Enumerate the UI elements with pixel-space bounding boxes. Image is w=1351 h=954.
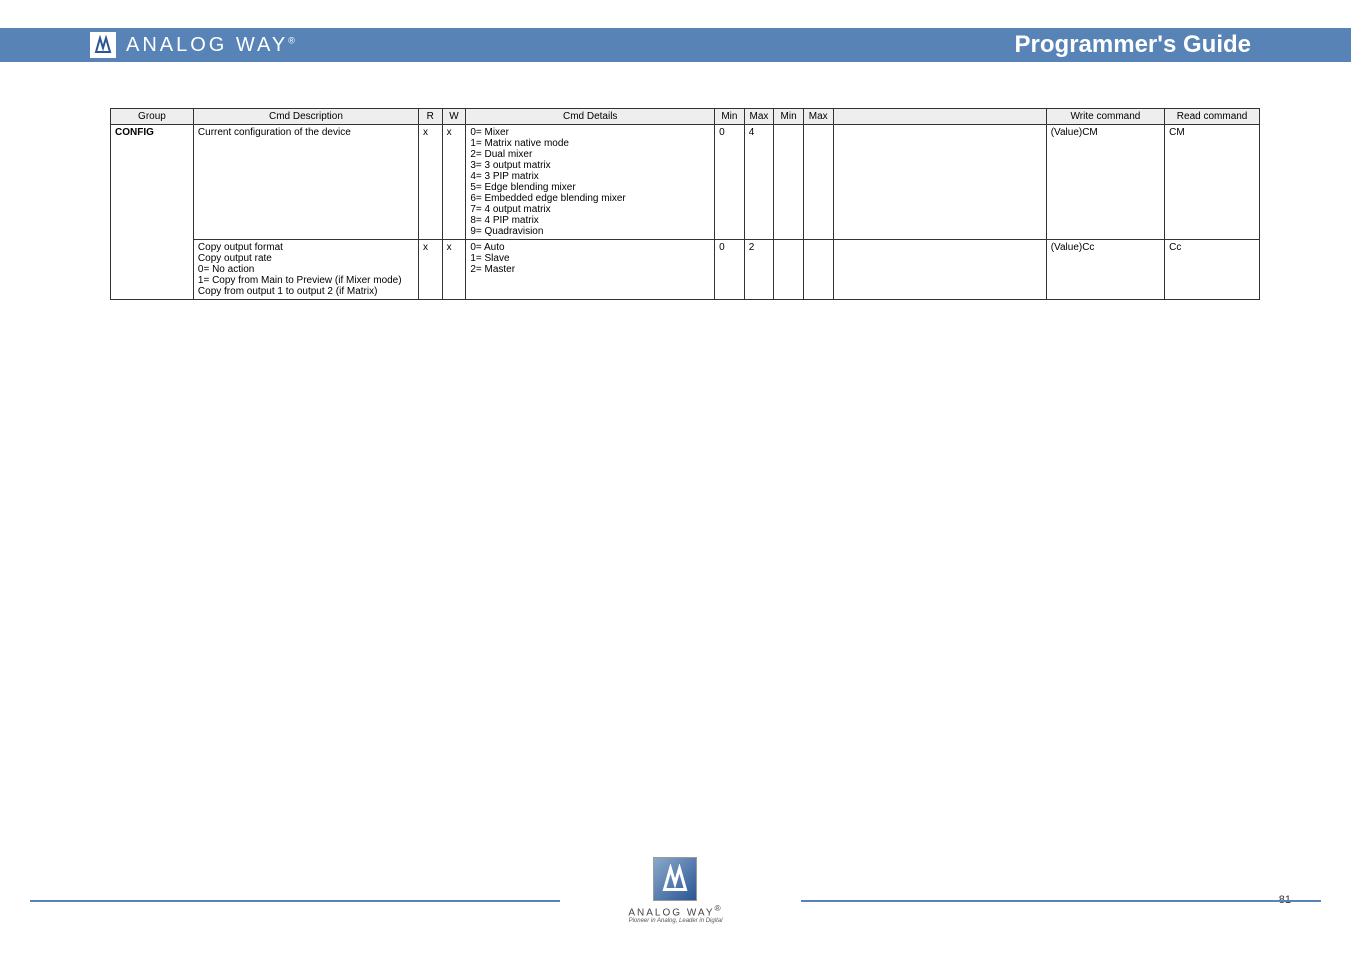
- th-details: Cmd Details: [466, 109, 715, 125]
- cell-w: x: [442, 240, 466, 300]
- cell-details: 0= Auto 1= Slave 2= Master: [466, 240, 715, 300]
- footer: ANALOG WAY® Pioneer in Analog, Leader in…: [0, 854, 1351, 924]
- th-read: Read command: [1165, 109, 1260, 125]
- th-max1: Max: [744, 109, 774, 125]
- th-w: W: [442, 109, 466, 125]
- footer-line-right: [801, 900, 1321, 902]
- footer-cube-icon: [653, 857, 697, 901]
- footer-tagline: Pioneer in Analog, Leader in Digital: [628, 918, 722, 924]
- cell-min2: [774, 240, 804, 300]
- footer-brand: ANALOG WAY®: [628, 903, 722, 918]
- cell-max1: 2: [744, 240, 774, 300]
- page-title: Programmer's Guide: [1015, 31, 1251, 59]
- header-bar: ANALOG WAY® Programmer's Guide: [0, 28, 1351, 62]
- cell-min1: 0: [715, 125, 745, 240]
- cell-text: [833, 125, 1046, 240]
- th-min2: Min: [774, 109, 804, 125]
- th-write: Write command: [1046, 109, 1164, 125]
- th-desc: Cmd Description: [193, 109, 418, 125]
- cell-max2: [803, 125, 833, 240]
- cell-r: x: [418, 125, 442, 240]
- brand-text: ANALOG WAY®: [126, 34, 295, 57]
- cell-write: (Value)CM: [1046, 125, 1164, 240]
- th-r: R: [418, 109, 442, 125]
- th-min1: Min: [715, 109, 745, 125]
- cell-desc: Current configuration of the device: [193, 125, 418, 240]
- th-blank: [833, 109, 1046, 125]
- table-row: CONFIG Current configuration of the devi…: [111, 125, 1260, 240]
- header-left: ANALOG WAY®: [90, 32, 295, 58]
- cell-w: x: [442, 125, 466, 240]
- cell-read: CM: [1165, 125, 1260, 240]
- cell-details: 0= Mixer 1= Matrix native mode 2= Dual m…: [466, 125, 715, 240]
- cell-read: Cc: [1165, 240, 1260, 300]
- cell-min1: 0: [715, 240, 745, 300]
- cell-max2: [803, 240, 833, 300]
- cell-min2: [774, 125, 804, 240]
- th-max2: Max: [803, 109, 833, 125]
- command-table: Group Cmd Description R W Cmd Details Mi…: [110, 108, 1260, 300]
- table-row: Copy output format Copy output rate 0= N…: [111, 240, 1260, 300]
- footer-line-left: [30, 900, 560, 902]
- cell-group: CONFIG: [111, 125, 194, 300]
- header-logo-icon: [90, 32, 116, 58]
- footer-logo: ANALOG WAY® Pioneer in Analog, Leader in…: [614, 857, 736, 924]
- cell-max1: 4: [744, 125, 774, 240]
- cell-desc: Copy output format Copy output rate 0= N…: [193, 240, 418, 300]
- th-group: Group: [111, 109, 194, 125]
- cell-r: x: [418, 240, 442, 300]
- cell-write: (Value)Cc: [1046, 240, 1164, 300]
- cell-text: [833, 240, 1046, 300]
- table-header-row: Group Cmd Description R W Cmd Details Mi…: [111, 109, 1260, 125]
